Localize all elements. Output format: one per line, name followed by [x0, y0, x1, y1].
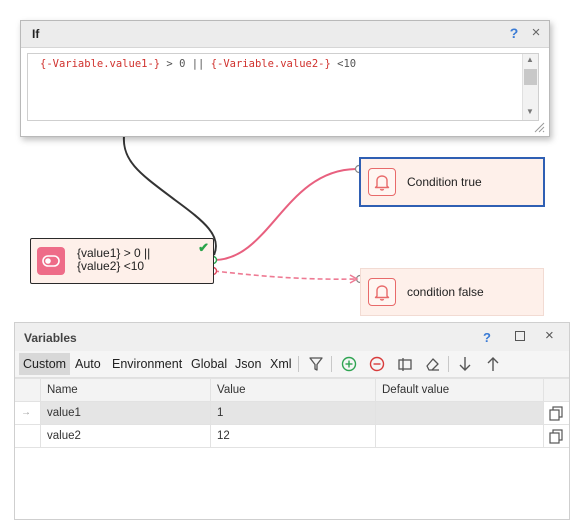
code-operator-token: > 0 || [160, 58, 211, 70]
condition-editor[interactable]: {-Variable.value1-} > 0 || {-Variable.va… [27, 53, 539, 121]
tab-xml[interactable]: Xml [266, 353, 296, 375]
add-icon[interactable] [339, 354, 359, 374]
table-header: Name Value Default value [15, 378, 569, 402]
tab-custom[interactable]: Custom [19, 353, 71, 375]
name-column-header[interactable]: Name [41, 379, 211, 401]
variable-default-cell[interactable] [376, 402, 544, 424]
bell-icon [368, 278, 396, 306]
false-link [213, 270, 357, 280]
success-check-icon: ✔ [198, 240, 209, 255]
condition-false-label: condition false [407, 285, 484, 299]
variable-value-cell[interactable]: 12 [211, 425, 376, 447]
variables-panel: Variables ? × Custom Auto Environment Gl… [14, 322, 570, 520]
code-variable-token: {-Variable.value1-} [40, 58, 161, 70]
scrollbar-thumb[interactable] [524, 69, 537, 85]
default-value-column-header[interactable]: Default value [376, 379, 544, 401]
toggle-icon [37, 247, 65, 275]
close-button[interactable]: × [527, 24, 545, 42]
remove-icon[interactable] [367, 354, 387, 374]
code-variable-token: {-Variable.value2-} [210, 58, 331, 70]
value-column-header[interactable]: Value [211, 379, 376, 401]
move-up-icon[interactable] [483, 354, 503, 374]
if-window-titlebar[interactable]: If ? × [21, 21, 549, 48]
variable-default-cell[interactable] [376, 425, 544, 447]
copy-icon[interactable] [544, 425, 569, 447]
variable-name-cell[interactable]: value1 [41, 402, 211, 424]
condition-true-label: Condition true [407, 175, 482, 189]
tab-json[interactable]: Json [231, 353, 265, 375]
bell-icon [368, 168, 396, 196]
indicator-column-header [15, 379, 41, 401]
table-row[interactable]: value2 12 [15, 425, 569, 448]
variables-toolbar: Custom Auto Environment Global Json Xml [15, 351, 569, 378]
help-button[interactable]: ? [483, 330, 491, 345]
tab-global[interactable]: Global [187, 353, 231, 375]
if-action-node[interactable]: {value1} > 0 || {value2} <10 ✔ [30, 238, 214, 284]
code-operator-token: <10 [330, 58, 357, 70]
variables-titlebar[interactable]: Variables ? × [15, 323, 569, 351]
variable-name-cell[interactable]: value2 [41, 425, 211, 447]
eraser-icon[interactable] [423, 354, 443, 374]
editor-scrollbar[interactable]: ▲ ▼ [522, 54, 538, 120]
condition-false-node[interactable]: condition false [360, 268, 544, 316]
variables-title: Variables [24, 331, 77, 345]
if-window-title: If [32, 27, 40, 41]
scroll-up-arrow-icon[interactable]: ▲ [526, 55, 534, 64]
copy-icon[interactable] [544, 402, 569, 424]
clear-values-icon[interactable] [395, 354, 415, 374]
tab-auto[interactable]: Auto [71, 353, 105, 375]
table-row[interactable]: → value1 1 [15, 402, 569, 425]
maximize-icon[interactable] [515, 331, 525, 341]
toolbar-separator [298, 356, 299, 372]
filter-icon[interactable] [306, 354, 326, 374]
resize-grip-icon[interactable] [533, 121, 545, 133]
action-column-header [544, 379, 569, 401]
help-button[interactable]: ? [505, 24, 523, 42]
move-down-icon[interactable] [455, 354, 475, 374]
close-button[interactable]: × [545, 327, 554, 344]
true-link [213, 168, 357, 261]
if-node-line2: {value2} <10 [77, 259, 145, 273]
scroll-down-arrow-icon[interactable]: ▼ [526, 107, 534, 116]
variables-table: Name Value Default value → value1 1 valu… [15, 378, 569, 448]
row-indicator-icon [15, 425, 41, 447]
row-indicator-icon: → [15, 402, 41, 424]
condition-code[interactable]: {-Variable.value1-} > 0 || {-Variable.va… [40, 58, 356, 70]
condition-true-node[interactable]: Condition true [359, 157, 545, 207]
toolbar-separator [448, 356, 449, 372]
if-editor-window: If ? × {-Variable.value1-} > 0 || {-Vari… [20, 20, 550, 137]
toolbar-separator [331, 356, 332, 372]
variable-value-cell[interactable]: 1 [211, 402, 376, 424]
tab-environment[interactable]: Environment [108, 353, 186, 375]
if-node-label: {value1} > 0 || {value2} <10 [77, 247, 150, 273]
